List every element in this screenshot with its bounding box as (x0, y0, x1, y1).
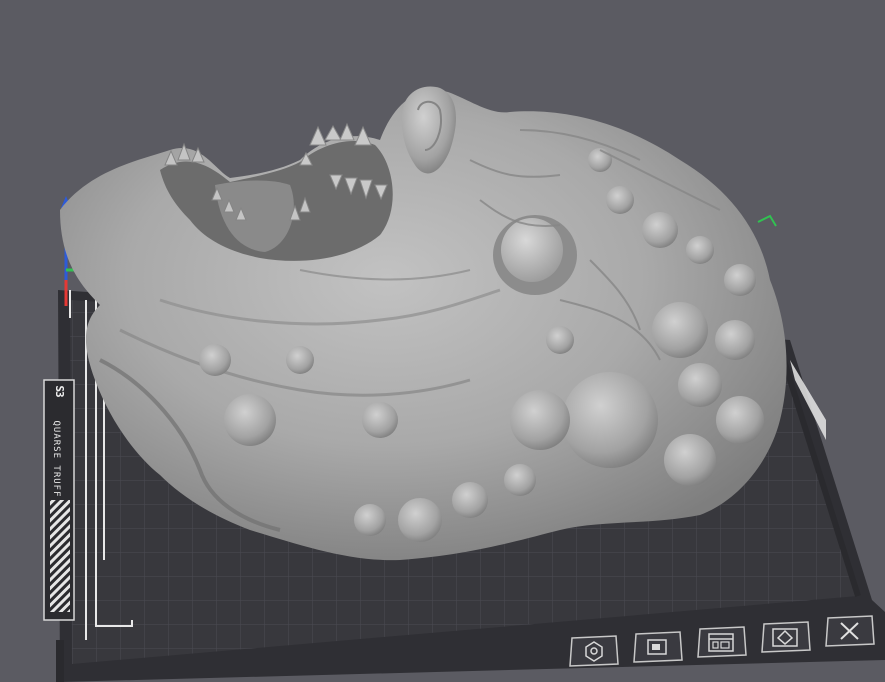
orient-icon (569, 635, 619, 667)
support-button[interactable] (758, 620, 812, 654)
3d-viewport[interactable]: S3 QUARSE TRUFF (0, 0, 885, 682)
arrange-button[interactable] (694, 625, 748, 659)
close-icon (825, 615, 875, 647)
layer-icon (633, 631, 683, 663)
layer-button[interactable] (630, 630, 684, 664)
bottom-toolbar (566, 612, 884, 672)
orient-button[interactable] (566, 634, 620, 668)
support-icon (761, 621, 811, 653)
scene-canvas[interactable] (0, 0, 885, 682)
arrange-icon (697, 626, 747, 658)
close-button[interactable] (822, 614, 876, 648)
